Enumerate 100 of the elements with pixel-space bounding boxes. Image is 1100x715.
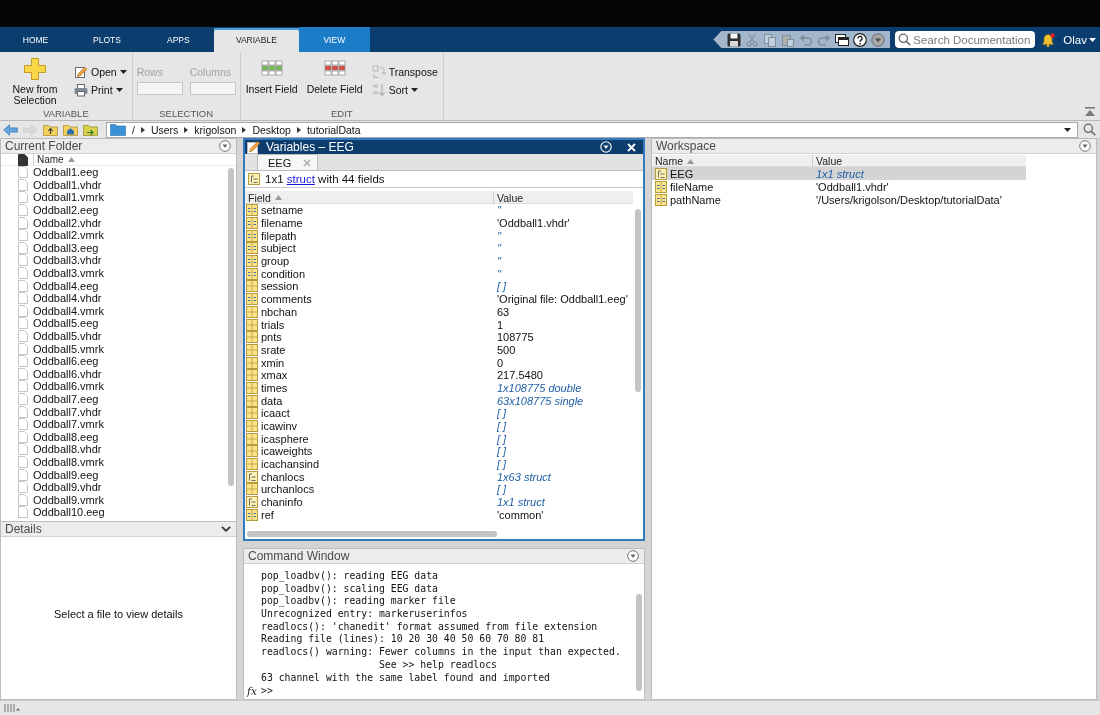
sort-icon (371, 82, 386, 97)
folder-icon[interactable] (63, 123, 78, 136)
caret-circle-icon[interactable] (627, 550, 639, 562)
file-list-item[interactable]: Oddball8.eeg (1, 430, 99, 444)
file-list-item[interactable]: Oddball1.vhdr (1, 178, 102, 192)
file-list-item[interactable]: Oddball8.vhdr (1, 443, 102, 456)
field-name: ref (261, 508, 274, 521)
toolstrip-tab[interactable]: VIEW (298, 27, 370, 52)
workspace-variable-row[interactable]: EEG 1x1 struct (652, 167, 1026, 180)
file-list-item[interactable]: Oddball5.vhdr (1, 329, 102, 343)
file-list-item[interactable]: Oddball2.eeg (1, 203, 99, 217)
file-list-item[interactable]: Oddball10.eeg (1, 506, 105, 519)
struct-icon (246, 470, 258, 483)
windows-icon[interactable] (835, 32, 850, 47)
scrollbar-thumb[interactable] (247, 531, 497, 537)
grid-icon (246, 343, 258, 356)
collapse-icon[interactable] (1085, 107, 1095, 116)
path-segment[interactable]: Desktop (252, 123, 291, 136)
file-list-item[interactable]: Oddball6.vhdr (1, 367, 102, 381)
file-icon (18, 241, 28, 254)
field-name: xmax (261, 369, 288, 382)
folder-arrow-icon[interactable] (83, 123, 98, 136)
scrollbar-thumb[interactable] (636, 594, 642, 691)
caret-circle-icon[interactable] (219, 140, 231, 152)
file-list-item[interactable]: Oddball3.vhdr (1, 254, 102, 267)
file-icon (18, 153, 28, 166)
file-list-item[interactable]: Oddball9.vmrk (1, 493, 104, 507)
delete-field-button[interactable]: Delete Field (304, 55, 365, 95)
panel-title: Command Window (248, 549, 350, 563)
file-list-item[interactable]: Oddball2.vmrk (1, 228, 104, 242)
toolstrip-tab[interactable]: HOME (0, 27, 71, 52)
path-segment[interactable]: Users (150, 123, 179, 136)
chevron-icon[interactable] (221, 526, 231, 532)
path-segment[interactable]: / (132, 123, 135, 136)
file-list-item[interactable]: Oddball1.vmrk (1, 191, 104, 204)
file-list-item[interactable]: Oddball4.vhdr (1, 291, 102, 305)
char-icon (246, 242, 258, 255)
file-list-item[interactable]: Oddball9.vhdr (1, 480, 102, 494)
search-icon[interactable] (1083, 123, 1096, 136)
file-list-item[interactable]: Oddball4.eeg (1, 279, 99, 292)
caret-circle-icon[interactable] (1079, 140, 1091, 152)
workspace-variable-row[interactable]: fileName 'Oddball1.vhdr' (652, 180, 1026, 193)
field-name: condition (261, 267, 306, 280)
toolstrip-tab[interactable]: APPS (142, 27, 214, 52)
details-message: Select a file to view details (54, 608, 183, 620)
pencil-icon (74, 64, 88, 79)
sort-button[interactable]: Sort (369, 82, 440, 97)
struct-link[interactable]: struct (286, 173, 315, 185)
path-segment[interactable]: krigolson (194, 123, 237, 136)
file-list-item[interactable]: Oddball3.vmrk (1, 266, 104, 280)
char-icon (246, 229, 258, 242)
file-list-item[interactable]: Oddball1.eeg (1, 166, 99, 179)
field-value: 217.5480 (497, 369, 543, 382)
field-name: trials (261, 318, 285, 331)
field-name: srate (261, 343, 286, 356)
workspace-variable-row[interactable]: pathName '/Users/krigolson/Desktop/tutorialData' (652, 193, 1026, 206)
left-arrow-icon[interactable] (3, 123, 18, 136)
folder-up-icon[interactable] (43, 123, 58, 136)
file-icon (18, 178, 28, 191)
column-header[interactable]: Value (813, 155, 1026, 167)
path-segment[interactable]: tutorialData (306, 123, 361, 136)
file-list-item[interactable]: Oddball4.vmrk (1, 304, 104, 318)
file-list-item[interactable]: Oddball7.vmrk (1, 417, 104, 431)
file-list-item[interactable]: Oddball6.vmrk (1, 380, 104, 393)
file-list-item[interactable]: Oddball2.vhdr (1, 216, 102, 229)
help-icon[interactable] (853, 32, 868, 47)
toolstrip-group-label: EDIT (330, 107, 353, 119)
search-field[interactable]: Search Documentation (895, 31, 1036, 48)
file-list-item[interactable]: Oddball3.eeg (1, 241, 99, 255)
caret-icon[interactable] (1064, 127, 1071, 132)
new-from-selection-button[interactable]: New from Selection (3, 55, 67, 106)
toolstrip-tab[interactable]: PLOTS (71, 27, 143, 52)
console-output-line: Reading file (lines): 10 20 30 40 50 60 70 80 81 (261, 633, 545, 647)
bell-icon[interactable] (1042, 32, 1056, 47)
document-tab[interactable]: EEG (257, 154, 319, 170)
grip-icon[interactable] (4, 703, 20, 713)
transpose-button[interactable]: Transpose (369, 64, 440, 79)
open-button[interactable]: Open (72, 64, 129, 79)
field-name: data (261, 394, 283, 407)
grid-icon (246, 305, 258, 318)
file-list-item[interactable]: Oddball7.eeg (1, 392, 99, 406)
file-list-item[interactable]: Oddball5.eeg (1, 317, 99, 330)
file-list-item[interactable]: Oddball8.vmrk (1, 455, 104, 469)
file-list-item[interactable]: Oddball7.vhdr (1, 405, 102, 418)
column-header[interactable]: Name (33, 154, 75, 165)
file-list-item[interactable]: Oddball5.vmrk (1, 342, 104, 355)
address-bar[interactable]: / Users krigolson Desktop tutorialData (106, 121, 1078, 138)
column-header[interactable]: Value (494, 191, 633, 204)
user-menu-button[interactable]: Olav (1063, 27, 1096, 52)
function-browser-button[interactable]: fx (246, 684, 258, 697)
toolstrip-tab[interactable]: VARIABLE (213, 28, 299, 52)
toolstrip-group-label: SELECTION (159, 107, 214, 119)
file-list-item[interactable]: Oddball9.eeg (1, 468, 99, 481)
field-value: 1x1 struct (497, 496, 545, 509)
scrollbar-thumb[interactable] (635, 209, 641, 392)
scrollbar-thumb[interactable] (228, 168, 234, 486)
print-button[interactable]: Print (72, 82, 129, 97)
field-label: Columns (189, 66, 232, 78)
file-list-item[interactable]: Oddball6.eeg (1, 354, 99, 368)
insert-field-button[interactable]: Insert Field (243, 55, 300, 95)
